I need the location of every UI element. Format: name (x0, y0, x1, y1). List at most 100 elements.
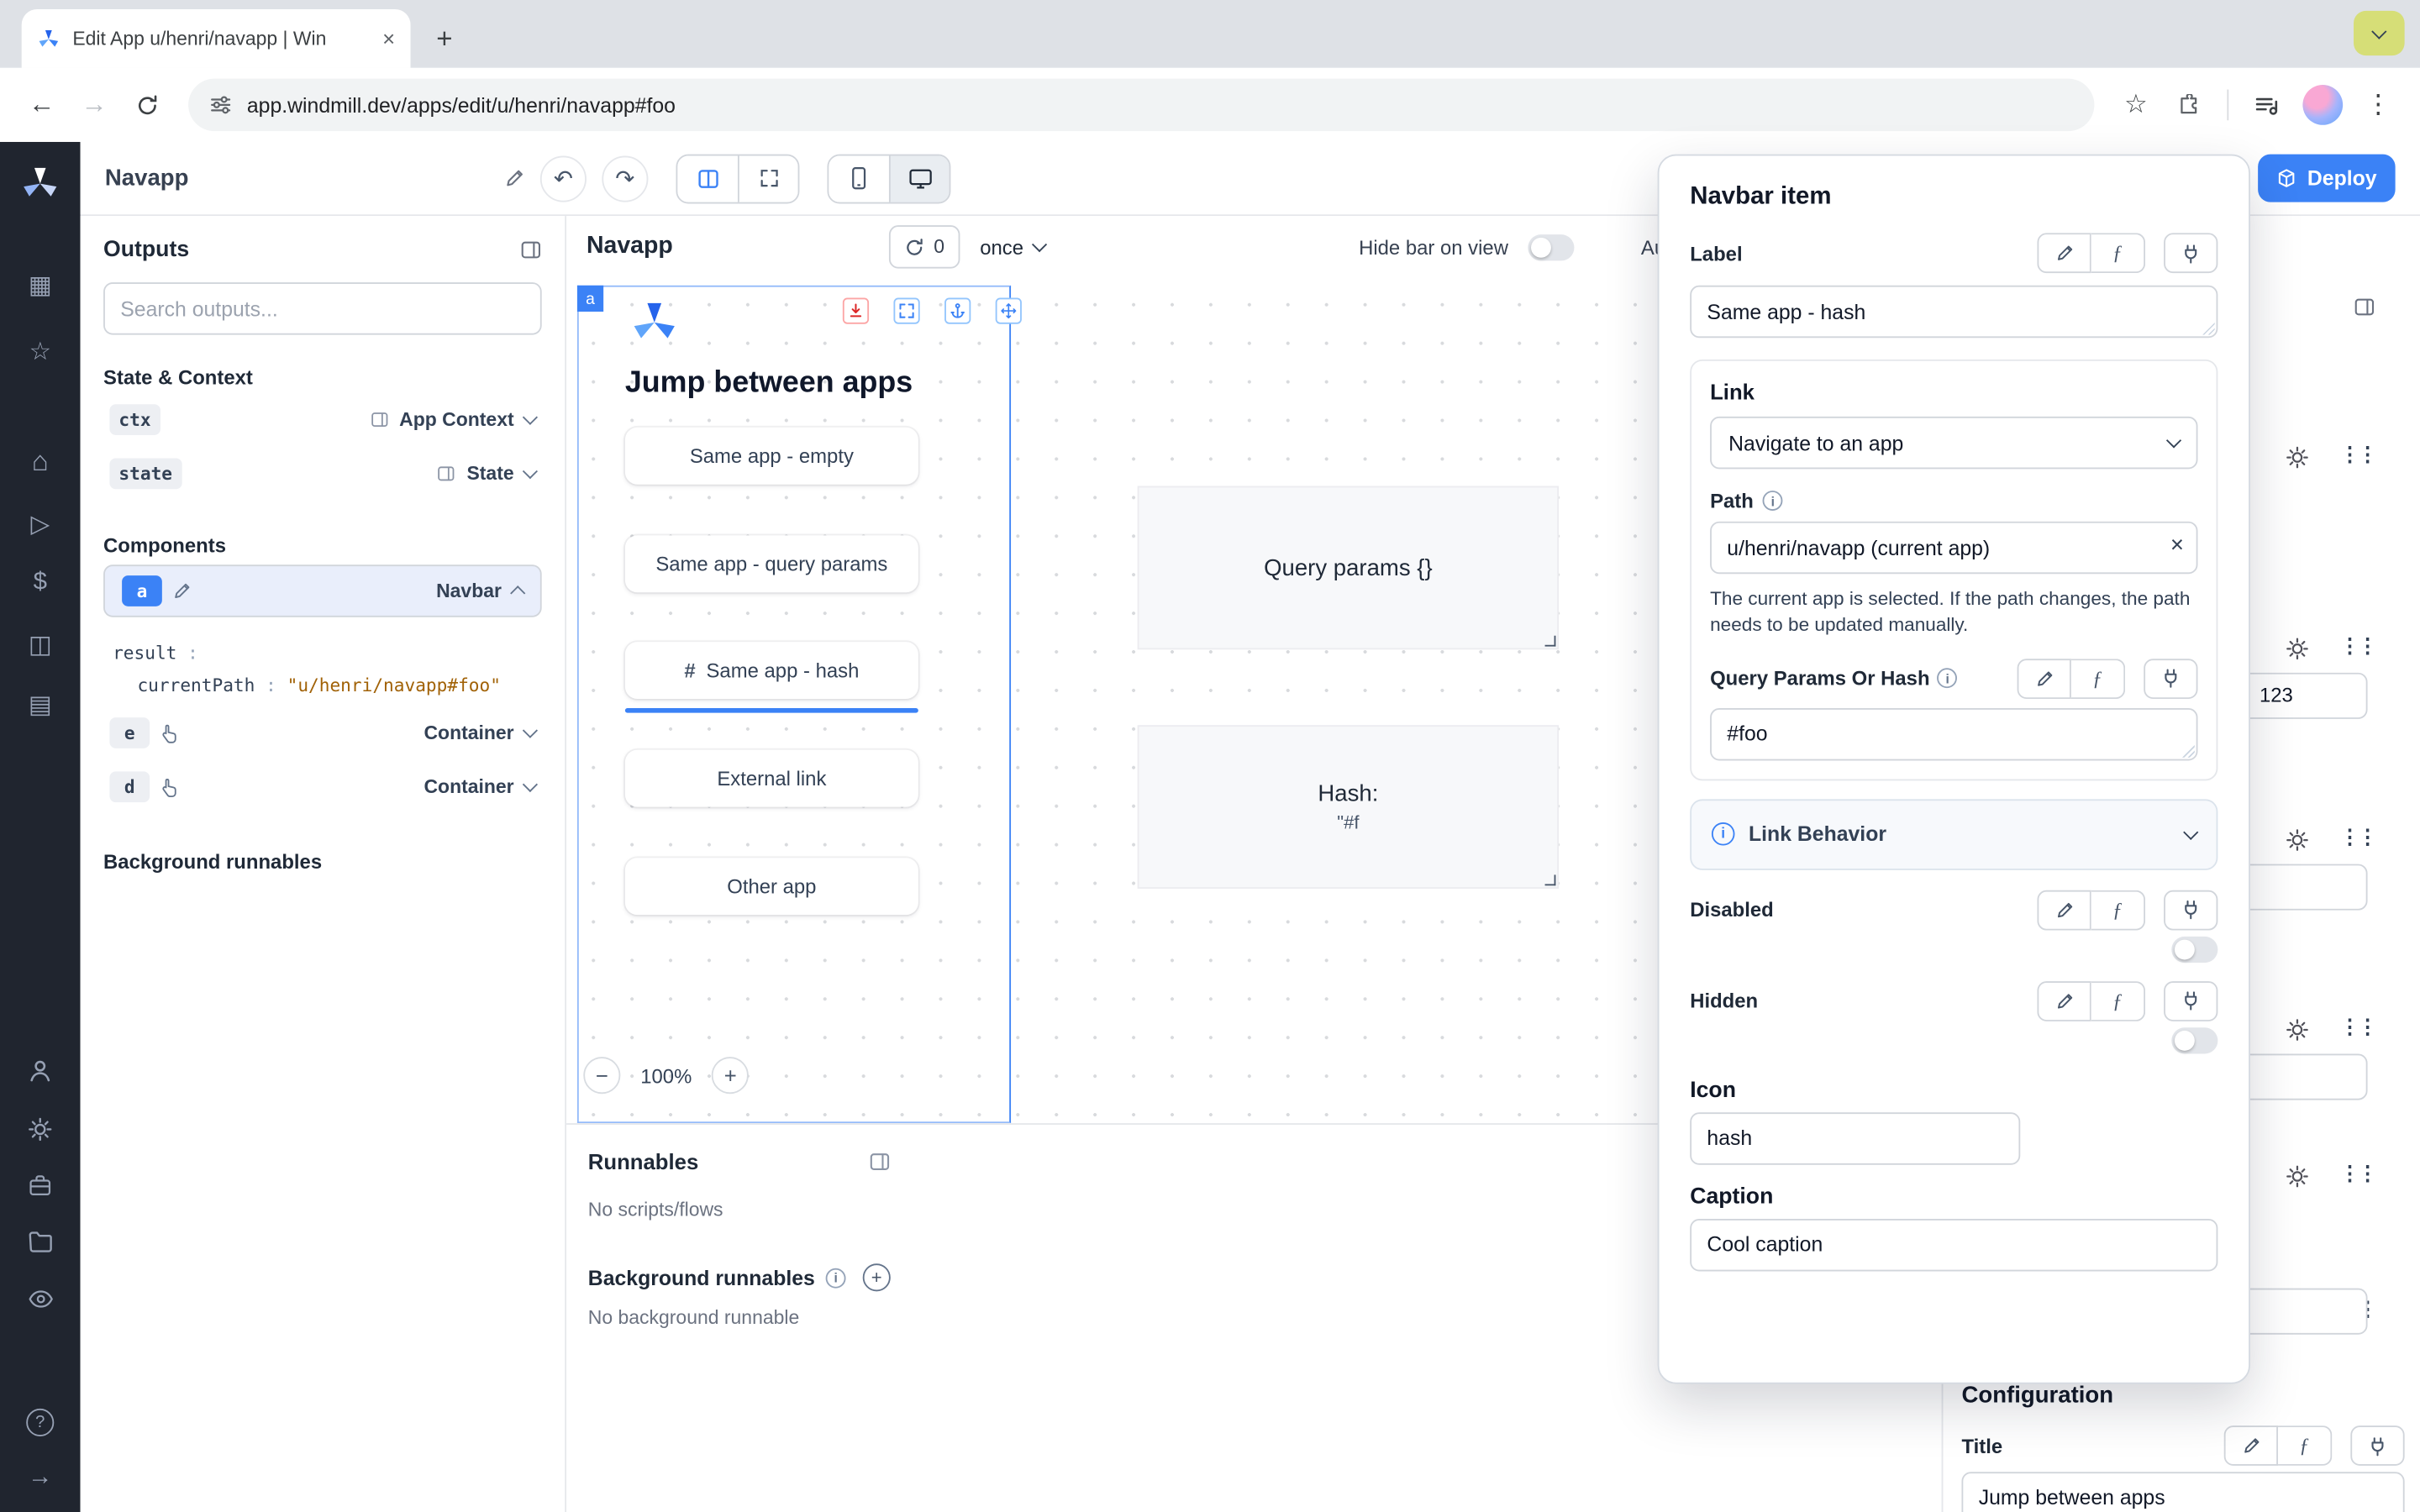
favorites-star-icon[interactable]: ☆ (0, 336, 81, 367)
static-pencil-button[interactable] (2224, 1425, 2278, 1466)
home-icon[interactable]: ⌂ (0, 446, 81, 479)
nav-item-same-app-hash[interactable]: # Same app - hash (625, 642, 918, 699)
rename-pencil-icon[interactable] (505, 168, 525, 188)
columns-layout-button[interactable] (677, 155, 738, 202)
apps-grid-icon[interactable]: ▦ (0, 270, 81, 301)
url-field[interactable]: app.windmill.dev/apps/edit/u/henri/navap… (188, 79, 2094, 131)
hash-box[interactable]: Hash: "#f (1138, 725, 1559, 889)
fx-expression-button[interactable]: ƒ (2091, 890, 2145, 931)
mobile-view-button[interactable] (829, 155, 889, 202)
audit-eye-icon[interactable] (0, 1289, 81, 1310)
resize-corner[interactable] (1545, 636, 1556, 647)
folders-icon[interactable] (0, 1231, 81, 1253)
label-value-input[interactable] (1690, 286, 2217, 338)
desktop-view-button[interactable] (889, 155, 950, 202)
zoom-in-button[interactable]: + (712, 1057, 749, 1094)
anchor-icon[interactable] (944, 297, 971, 323)
nav-item-same-app-empty[interactable]: Same app - empty (625, 428, 918, 485)
back-button[interactable]: ← (18, 81, 65, 128)
chevron-down-icon[interactable] (523, 723, 538, 738)
row-settings-gear-icon[interactable] (2286, 828, 2309, 852)
caption-value-input[interactable] (1690, 1219, 2217, 1271)
path-value-input[interactable] (1710, 522, 2197, 574)
zoom-out-button[interactable]: − (583, 1057, 620, 1094)
output-row-ctx[interactable]: ctx App Context (103, 396, 542, 443)
currentpath-line[interactable]: currentPath : "u/henri/navapp#foo" (113, 669, 542, 702)
fullscreen-expand-icon[interactable] (893, 297, 919, 323)
component-row-container-e[interactable]: e Container (103, 710, 542, 756)
drag-grip-icon[interactable]: ⋮⋮ (2339, 634, 2375, 659)
fx-expression-button[interactable]: ƒ (2071, 659, 2125, 699)
title-value-input[interactable] (1961, 1472, 2404, 1512)
resize-grip[interactable] (2182, 745, 2195, 758)
nav-item-same-app-query-params[interactable]: Same app - query params (625, 535, 918, 592)
query-params-input[interactable] (1710, 708, 2197, 760)
reload-button[interactable] (124, 81, 170, 128)
resize-corner[interactable] (1545, 874, 1556, 885)
forward-button[interactable]: → (71, 81, 117, 128)
edit-pencil-icon[interactable] (173, 581, 192, 600)
result-line[interactable]: result : (113, 638, 542, 670)
query-params-box[interactable]: Query params {} (1138, 486, 1559, 650)
drag-grip-icon[interactable]: ⋮⋮ (2339, 1016, 2375, 1040)
chevron-down-icon[interactable] (523, 464, 538, 479)
component-row-navbar[interactable]: a Navbar (103, 564, 542, 617)
static-pencil-button[interactable] (2037, 981, 2091, 1021)
help-icon[interactable]: ? (0, 1409, 81, 1436)
panel-collapse-icon[interactable] (520, 239, 542, 261)
fullscreen-button[interactable] (738, 155, 798, 202)
runs-play-icon[interactable]: ▷ (0, 509, 81, 540)
settings-gear-icon[interactable] (0, 1117, 81, 1142)
row-settings-gear-icon[interactable] (2286, 638, 2309, 661)
disabled-toggle[interactable] (2171, 937, 2217, 963)
variables-dollar-icon[interactable]: $ (0, 570, 81, 597)
nav-item-external-link[interactable]: External link (625, 750, 918, 807)
link-type-select[interactable]: Navigate to an app (1710, 417, 2197, 469)
clear-path-icon[interactable]: × (2170, 533, 2184, 559)
chevron-down-icon[interactable] (523, 410, 538, 425)
drag-grip-icon[interactable]: ⋮⋮ (2339, 443, 2375, 467)
selected-navbar-component[interactable]: a (577, 286, 1011, 1123)
refresh-count-box[interactable]: 0 (889, 225, 960, 268)
windmill-logo-icon[interactable] (0, 164, 81, 204)
connect-plug-button[interactable] (2144, 659, 2197, 699)
search-outputs-input[interactable] (103, 282, 542, 334)
add-background-runnable-button[interactable]: + (863, 1263, 891, 1291)
extensions-puzzle-icon[interactable] (2165, 81, 2212, 128)
fx-expression-button[interactable]: ƒ (2278, 1425, 2332, 1466)
chevron-down-icon[interactable] (523, 777, 538, 792)
connect-plug-button[interactable] (2164, 233, 2217, 273)
fx-expression-button[interactable]: ƒ (2091, 233, 2145, 273)
icon-value-input[interactable] (1690, 1112, 2020, 1164)
nav-item-other-app[interactable]: Other app (625, 858, 918, 915)
resources-icon[interactable]: ◫ (0, 629, 81, 660)
static-pencil-button[interactable] (2037, 890, 2091, 931)
tune-icon[interactable] (210, 94, 232, 116)
drag-grip-icon[interactable]: ⋮⋮ (2339, 1162, 2375, 1186)
redo-button[interactable]: ↷ (602, 155, 648, 202)
move-icon[interactable] (996, 297, 1022, 323)
panel-collapse-icon[interactable] (2354, 297, 2375, 318)
fx-expression-button[interactable]: ƒ (2091, 981, 2145, 1021)
row-settings-gear-icon[interactable] (2286, 1165, 2309, 1189)
tab-close-icon[interactable]: × (382, 28, 395, 50)
resize-grip[interactable] (2202, 323, 2215, 335)
collapse-arrow-icon[interactable]: → (0, 1464, 81, 1492)
expand-down-icon[interactable] (843, 297, 869, 323)
drag-grip-icon[interactable]: ⋮⋮ (2339, 826, 2375, 850)
frequency-dropdown[interactable]: once (980, 235, 1045, 259)
output-row-state[interactable]: state State (103, 450, 542, 496)
profile-avatar[interactable] (2302, 85, 2343, 125)
panel-collapse-icon[interactable] (869, 1151, 891, 1173)
row-settings-gear-icon[interactable] (2286, 1018, 2309, 1042)
connect-plug-button[interactable] (2164, 890, 2217, 931)
user-icon[interactable] (0, 1058, 81, 1083)
connect-plug-button[interactable] (2164, 981, 2217, 1021)
hide-bar-toggle[interactable] (1528, 234, 1575, 260)
static-pencil-button[interactable] (2018, 659, 2071, 699)
browser-tab[interactable]: Edit App u/henri/navapp | Win × (22, 9, 411, 68)
link-behavior-accordion[interactable]: i Link Behavior (1690, 799, 2217, 869)
undo-button[interactable]: ↶ (540, 155, 587, 202)
component-row-container-d[interactable]: d Container (103, 764, 542, 810)
new-tab-button[interactable]: + (423, 17, 466, 60)
